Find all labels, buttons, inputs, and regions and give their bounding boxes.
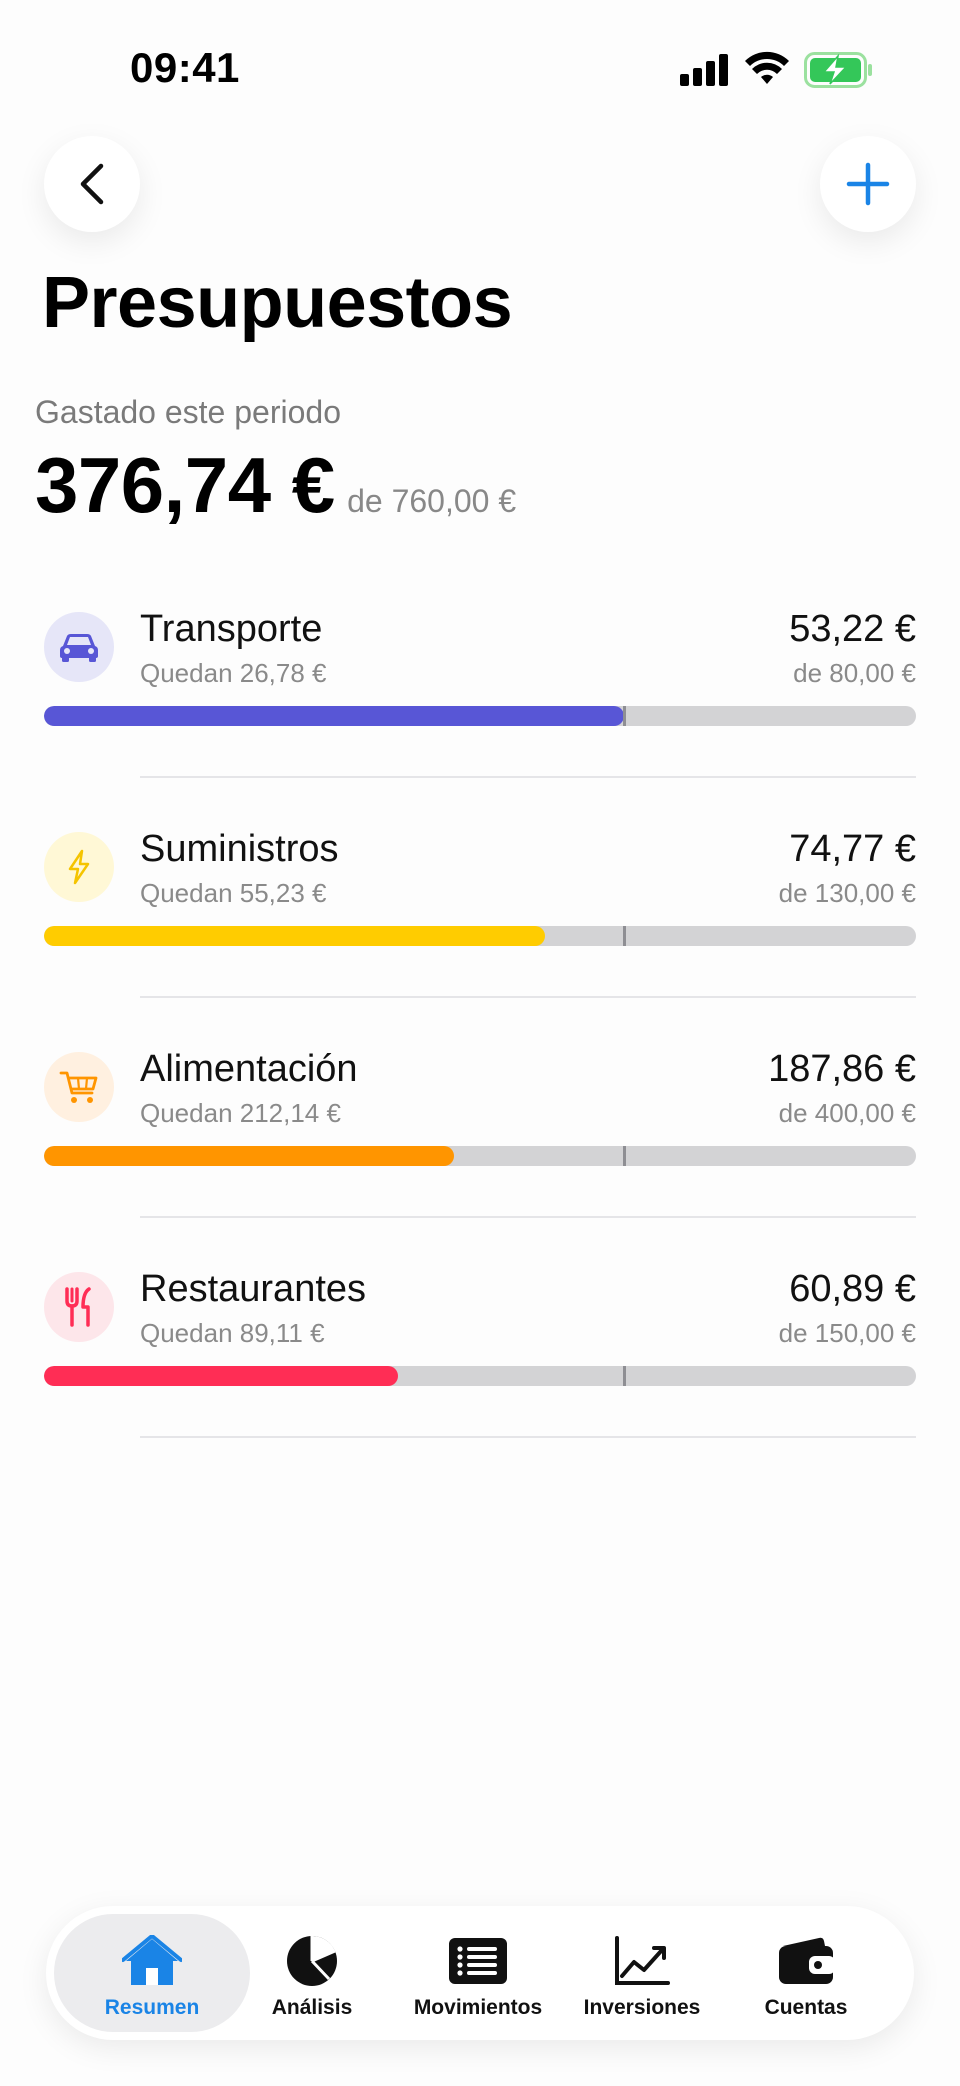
budget-name: Suministros <box>140 828 339 870</box>
list-icon <box>448 1934 508 1988</box>
divider <box>140 996 916 998</box>
chart-line-icon <box>612 1934 672 1988</box>
budget-progress-fill <box>44 1146 454 1166</box>
plus-icon <box>846 162 890 206</box>
divider <box>140 1436 916 1438</box>
house-icon <box>122 1934 182 1988</box>
fork-knife-icon <box>44 1272 114 1342</box>
signal-icon <box>680 54 728 86</box>
wallet-icon <box>776 1934 836 1988</box>
budget-remaining: Quedan 55,23 € <box>140 878 327 908</box>
period-label: Gastado este periodo <box>35 394 341 430</box>
budget-progress-bar <box>44 926 916 946</box>
back-button[interactable] <box>44 136 140 232</box>
period-marker <box>623 1146 626 1166</box>
budget-progress-fill <box>44 1366 399 1386</box>
budget-spent: 74,77 € <box>789 828 916 870</box>
status-bar: 09:41 <box>0 0 960 120</box>
budget-limit: de 130,00 € <box>778 878 916 908</box>
budget-name: Restaurantes <box>140 1268 367 1310</box>
budget-limit: de 80,00 € <box>793 658 916 688</box>
status-time: 09:41 <box>130 44 240 91</box>
budget-progress-bar <box>44 1366 916 1386</box>
battery-charging-icon <box>804 52 872 88</box>
budget-name: Transporte <box>140 608 323 650</box>
budget-item-suministros[interactable]: Suministros Quedan 55,23 € 74,77 € de 13… <box>0 828 960 1052</box>
spent-summary: 376,74 € de 760,00 € <box>35 440 516 531</box>
budget-progress-fill <box>44 706 624 726</box>
budget-progress-fill <box>44 926 546 946</box>
car-icon <box>44 612 114 682</box>
budget-spent: 53,22 € <box>789 608 916 650</box>
period-marker <box>623 1366 626 1386</box>
budget-limit: de 150,00 € <box>778 1318 916 1348</box>
budget-progress-bar <box>44 1146 916 1166</box>
period-marker <box>623 706 626 726</box>
pie-chart-icon <box>282 1934 342 1988</box>
page-title: Presupuestos <box>42 263 513 343</box>
tab-bar: Resumen Análisis Movimientos Inversiones… <box>46 1906 914 2040</box>
tab-cuentas[interactable]: Cuentas <box>708 1914 904 2032</box>
divider <box>140 776 916 778</box>
divider <box>140 1216 916 1218</box>
budget-item-restaurantes[interactable]: Restaurantes Quedan 89,11 € 60,89 € de 1… <box>0 1268 960 1492</box>
budget-item-alimentacion[interactable]: Alimentación Quedan 212,14 € 187,86 € de… <box>0 1048 960 1272</box>
period-marker <box>623 926 626 946</box>
spent-amount: 376,74 € <box>35 441 335 529</box>
add-budget-button[interactable] <box>820 136 916 232</box>
budget-remaining: Quedan 26,78 € <box>140 658 327 688</box>
tab-label: Cuentas <box>764 1996 848 2019</box>
budget-remaining: Quedan 212,14 € <box>140 1098 341 1128</box>
budget-spent: 187,86 € <box>768 1048 916 1090</box>
budget-limit: de 400,00 € <box>778 1098 916 1128</box>
chevron-left-icon <box>80 163 104 205</box>
bolt-icon <box>44 832 114 902</box>
budget-name: Alimentación <box>140 1048 358 1090</box>
cart-icon <box>44 1052 114 1122</box>
budget-item-transporte[interactable]: Transporte Quedan 26,78 € 53,22 € de 80,… <box>0 608 960 832</box>
budget-progress-bar <box>44 706 916 726</box>
budget-total: de 760,00 € <box>347 483 517 519</box>
wifi-icon <box>745 51 789 84</box>
budget-spent: 60,89 € <box>789 1268 916 1310</box>
budget-remaining: Quedan 89,11 € <box>140 1318 325 1348</box>
